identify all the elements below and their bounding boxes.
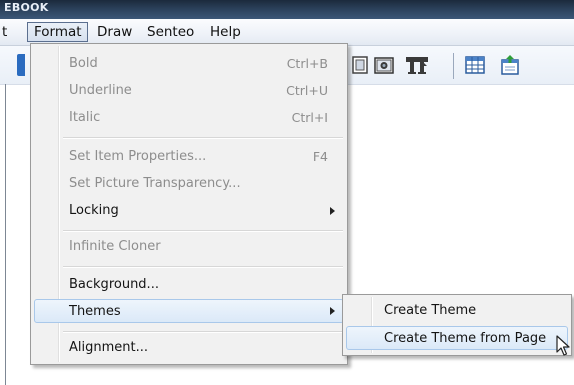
menu-item-label: Set Item Properties...	[69, 149, 207, 164]
menu-item-alignment[interactable]: Alignment...	[34, 336, 344, 360]
menu-item-label: Infinite Cloner	[69, 239, 161, 254]
menu-item-label: Italic	[69, 110, 101, 125]
menu-item-create-theme-from-page[interactable]: Create Theme from Page	[346, 326, 568, 350]
menu-item-create-theme[interactable]: Create Theme	[346, 299, 568, 323]
menu-item-bold[interactable]: Bold Ctrl+B	[34, 52, 344, 76]
menu-item-background[interactable]: Background...	[34, 273, 344, 297]
app-window: EBOOK t Format Draw Senteo Help Bold Ctr…	[0, 0, 574, 385]
menu-item-set-item-properties[interactable]: Set Item Properties... F4	[34, 145, 344, 169]
menu-edit[interactable]: t	[0, 22, 13, 42]
menu-separator	[63, 230, 343, 232]
menu-item-underline[interactable]: Underline Ctrl+U	[34, 79, 344, 103]
menu-item-locking[interactable]: Locking	[34, 199, 344, 223]
menu-draw[interactable]: Draw	[91, 22, 138, 42]
menu-item-label: Background...	[69, 277, 159, 292]
menu-item-themes[interactable]: Themes	[34, 299, 344, 323]
menu-item-label: Create Theme from Page	[384, 331, 547, 346]
camera-icon[interactable]	[373, 54, 395, 76]
menu-item-label: Bold	[69, 56, 98, 71]
menu-help[interactable]: Help	[204, 22, 247, 42]
menu-item-italic[interactable]: Italic Ctrl+I	[34, 106, 344, 130]
format-menu: Bold Ctrl+B Underline Ctrl+U Italic Ctrl…	[30, 43, 348, 365]
menu-bar: t Format Draw Senteo Help	[0, 19, 574, 46]
toolbar-separator	[453, 53, 454, 79]
table-icon[interactable]	[464, 54, 486, 76]
menu-item-label: Set Picture Transparency...	[69, 176, 241, 191]
attachment-icon[interactable]	[499, 54, 521, 76]
picture-frame-icon[interactable]	[348, 54, 370, 76]
menu-senteo[interactable]: Senteo	[141, 22, 200, 42]
title-bar: EBOOK	[0, 0, 574, 19]
menu-item-label: Underline	[69, 83, 132, 98]
menu-item-shortcut: F4	[312, 149, 328, 164]
menu-separator	[63, 331, 343, 333]
submenu-arrow-icon	[330, 207, 335, 215]
toolbar-button-partial[interactable]	[17, 54, 25, 76]
menu-separator	[63, 137, 343, 139]
document-area-border	[5, 84, 6, 385]
menu-separator	[63, 266, 343, 268]
themes-submenu: Create Theme Create Theme from Page	[342, 294, 572, 356]
menu-item-shortcut: Ctrl+B	[286, 56, 328, 71]
menu-item-shortcut: Ctrl+I	[291, 110, 328, 125]
menu-item-label: Themes	[69, 304, 121, 319]
menu-item-infinite-cloner[interactable]: Infinite Cloner	[34, 235, 344, 259]
window-title: EBOOK	[4, 1, 49, 14]
menu-item-label: Alignment...	[69, 340, 149, 355]
menu-item-set-picture-transparency[interactable]: Set Picture Transparency...	[34, 172, 344, 196]
menu-format[interactable]: Format	[27, 22, 88, 42]
menu-item-label: Locking	[69, 203, 119, 218]
mouse-cursor-icon	[556, 335, 570, 356]
menu-item-label: Create Theme	[384, 303, 477, 318]
menu-item-shortcut: Ctrl+U	[286, 83, 328, 98]
submenu-arrow-icon	[330, 307, 335, 315]
table-tool-icon[interactable]	[404, 54, 430, 76]
